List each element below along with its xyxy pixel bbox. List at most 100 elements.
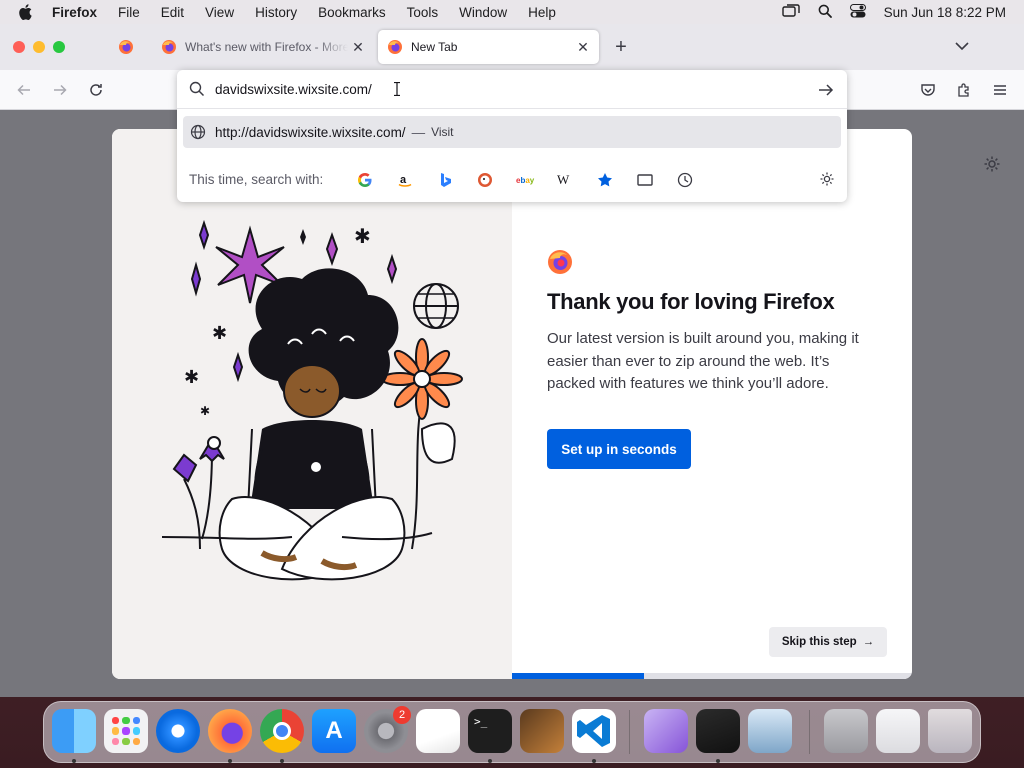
- search-icon: [189, 81, 205, 97]
- svg-text:✱: ✱: [212, 323, 227, 343]
- onboarding-progress-bar: [512, 673, 912, 679]
- chrome-icon[interactable]: [260, 709, 304, 753]
- trash-icon[interactable]: [928, 709, 972, 753]
- menu-history[interactable]: History: [255, 5, 297, 20]
- menu-window[interactable]: Window: [459, 5, 507, 20]
- extensions-puzzle-icon[interactable]: [954, 80, 974, 100]
- close-window-button[interactable]: [13, 41, 25, 53]
- onboarding-body-text: Our latest version is built around you, …: [547, 330, 859, 392]
- pinned-tab-firefox[interactable]: [110, 32, 142, 62]
- screenshot-icon[interactable]: [696, 709, 740, 753]
- url-input-value[interactable]: davidswixsite.wixsite.com/: [215, 82, 372, 97]
- textedit-icon[interactable]: [416, 709, 460, 753]
- minimize-window-button[interactable]: [33, 41, 45, 53]
- tab-new-tab[interactable]: New Tab ✕: [378, 30, 599, 64]
- hamburger-menu-icon[interactable]: [990, 80, 1010, 100]
- menu-app-name[interactable]: Firefox: [52, 5, 97, 20]
- reload-icon[interactable]: [86, 80, 106, 100]
- terminal-icon[interactable]: >_: [468, 709, 512, 753]
- firefox-icon: [162, 40, 176, 54]
- svg-text:✱: ✱: [354, 226, 371, 248]
- close-tab-icon[interactable]: ✕: [348, 39, 368, 56]
- launchpad-icon[interactable]: [104, 709, 148, 753]
- svg-text:a: a: [400, 174, 407, 186]
- menu-view[interactable]: View: [205, 5, 234, 20]
- visual-studio-icon[interactable]: [644, 709, 688, 753]
- ebay-icon[interactable]: ebay: [516, 171, 538, 189]
- onboarding-headline: Thank you for loving Firefox: [547, 289, 835, 314]
- globe-icon: [190, 124, 206, 140]
- onboarding-illustration-panel: ✱ ✱ ✱ ✱: [112, 129, 512, 679]
- app-store-icon[interactable]: A: [312, 709, 356, 753]
- tab-title: New Tab: [411, 40, 458, 54]
- amazon-icon[interactable]: a: [396, 171, 414, 189]
- control-center-icon[interactable]: [849, 3, 866, 21]
- running-indicator: [228, 759, 232, 763]
- instruments-icon[interactable]: [520, 709, 564, 753]
- duckduckgo-icon[interactable]: [476, 171, 494, 189]
- onboarding-card: ✱ ✱ ✱ ✱ Thank you for loving Firefox Our…: [112, 129, 912, 679]
- progress-fill: [512, 673, 644, 679]
- safari-icon[interactable]: [156, 709, 200, 753]
- spotlight-search-icon[interactable]: [818, 4, 832, 21]
- google-icon[interactable]: [356, 171, 374, 189]
- running-indicator: [72, 759, 76, 763]
- tab-title: What's new with Firefox - More: [185, 40, 348, 54]
- firefox-window: What's new with Firefox - More ✕ New Tab…: [0, 24, 1024, 697]
- firefox-logo-icon: [548, 250, 572, 274]
- notification-badge: 2: [393, 706, 411, 724]
- suggestion-url: http://davidswixsite.wixsite.com/: [215, 124, 406, 140]
- one-off-search-row: This time, search with: a ebay W: [177, 164, 847, 194]
- menu-file[interactable]: File: [118, 5, 140, 20]
- forward-arrow-icon[interactable]: [50, 80, 70, 100]
- onboarding-text-panel: Thank you for loving Firefox Our latest …: [512, 129, 912, 679]
- menu-bookmarks[interactable]: Bookmarks: [318, 5, 386, 20]
- apple-menu-icon[interactable]: [18, 4, 36, 20]
- suggestion-action: Visit: [431, 125, 454, 139]
- firefox-icon: [119, 40, 133, 54]
- back-arrow-icon[interactable]: [14, 80, 34, 100]
- running-indicator: [488, 759, 492, 763]
- menu-help[interactable]: Help: [528, 5, 556, 20]
- tab-whats-new[interactable]: What's new with Firefox - More ✕: [152, 30, 374, 64]
- zoom-window-button[interactable]: [53, 41, 65, 53]
- pocket-icon[interactable]: [918, 80, 938, 100]
- go-arrow-icon[interactable]: [817, 81, 835, 99]
- downloads-stack-icon[interactable]: [824, 709, 868, 753]
- preview-icon[interactable]: [748, 709, 792, 753]
- wikipedia-icon[interactable]: W: [556, 171, 574, 189]
- close-tab-icon[interactable]: ✕: [573, 39, 593, 56]
- menu-tools[interactable]: Tools: [407, 5, 439, 20]
- address-bar-popup: davidswixsite.wixsite.com/ http://davids…: [177, 70, 847, 202]
- svg-text:ebay: ebay: [516, 176, 535, 185]
- menubar-clock[interactable]: Sun Jun 18 8:22 PM: [884, 5, 1006, 20]
- dock-separator: [809, 710, 810, 754]
- menu-bar: Firefox File Edit View History Bookmarks…: [0, 0, 1024, 24]
- tab-strip: What's new with Firefox - More ✕ New Tab…: [0, 24, 1024, 70]
- running-indicator: [592, 759, 596, 763]
- bookmarks-star-icon[interactable]: [596, 171, 614, 189]
- new-tab-button[interactable]: +: [610, 37, 632, 59]
- suggestion-separator: —: [411, 124, 426, 140]
- woman-with-laptop-illustration: ✱ ✱ ✱ ✱: [161, 219, 463, 581]
- running-indicator: [280, 759, 284, 763]
- bing-icon[interactable]: [436, 171, 454, 189]
- set-up-button[interactable]: Set up in seconds: [547, 429, 691, 469]
- skip-step-button[interactable]: Skip this step →: [769, 627, 887, 657]
- history-clock-icon[interactable]: [676, 171, 694, 189]
- firefox-dock-icon[interactable]: [208, 709, 252, 753]
- url-suggestion-row[interactable]: http://davidswixsite.wixsite.com/ — Visi…: [183, 116, 841, 148]
- finder-icon[interactable]: [52, 709, 96, 753]
- url-input[interactable]: davidswixsite.wixsite.com/: [177, 70, 847, 109]
- menu-edit[interactable]: Edit: [161, 5, 184, 20]
- chrome-window-thumbnail[interactable]: [876, 709, 920, 753]
- dock-separator: [629, 710, 630, 754]
- list-all-tabs-chevron-down-icon[interactable]: [954, 38, 974, 58]
- vscode-icon[interactable]: [572, 709, 616, 753]
- search-settings-gear-icon[interactable]: [819, 171, 835, 187]
- gear-icon[interactable]: [983, 155, 1003, 175]
- svg-text:✱: ✱: [200, 404, 210, 418]
- tabs-icon[interactable]: [636, 171, 654, 189]
- screen-mirroring-icon[interactable]: [781, 3, 800, 21]
- svg-text:✱: ✱: [184, 367, 199, 387]
